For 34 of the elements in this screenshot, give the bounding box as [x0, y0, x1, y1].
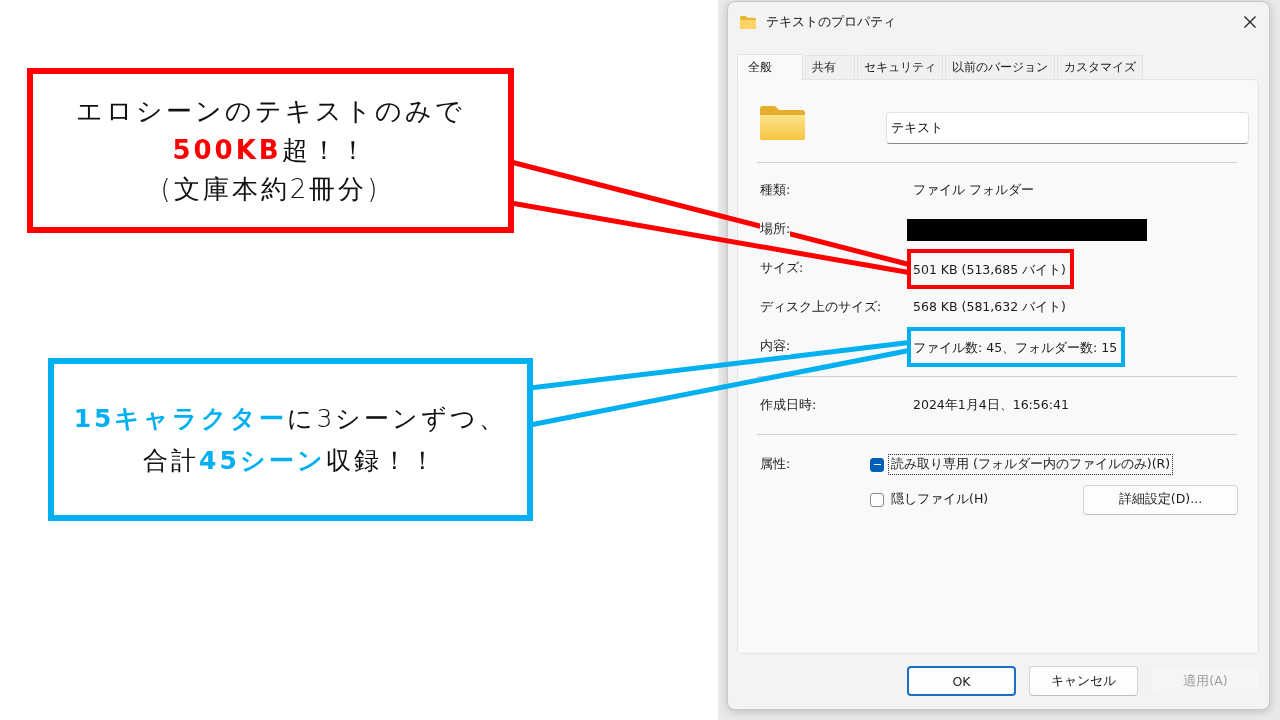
- checkbox[interactable]: [870, 457, 884, 472]
- field-label: 属性:: [760, 455, 792, 473]
- field-label: ディスク上のサイズ:: [760, 299, 882, 316]
- callout-text: 15キャラクターに3シーンずつ、: [73, 402, 508, 435]
- checkbox-label[interactable]: 隠しファイル(H): [888, 489, 992, 510]
- field-value: 501 KB (513,685 バイト): [913, 261, 1066, 277]
- close-icon[interactable]: [1244, 16, 1256, 28]
- field-label: 場所:: [760, 221, 791, 238]
- callout-text: 500KB超！！: [172, 134, 369, 167]
- field-value: 2024年1月4日、16:56:41: [913, 397, 1069, 414]
- field-value: ファイル数: 45、フォルダー数: 15: [913, 339, 1118, 355]
- field-value: ファイル フォルダー: [913, 182, 1034, 199]
- callout-text: 合計45シーン収録！！: [143, 444, 438, 477]
- name-field[interactable]: テキスト: [886, 112, 1249, 144]
- callout-text: エロシーンのテキストのみで: [76, 95, 465, 128]
- checkbox[interactable]: [870, 492, 884, 507]
- folder-icon: [760, 106, 805, 140]
- dialog-button[interactable]: OK: [907, 666, 1016, 696]
- tab[interactable]: セキュリティ: [857, 55, 943, 79]
- dialog-button[interactable]: キャンセル: [1029, 666, 1138, 696]
- advanced-button[interactable]: 詳細設定(D)...: [1083, 484, 1238, 515]
- field-label: サイズ:: [760, 260, 804, 277]
- callout-text: (文庫本約2冊分): [160, 173, 381, 206]
- tab[interactable]: 全般: [737, 54, 803, 80]
- tab[interactable]: 共有: [805, 55, 855, 79]
- tab[interactable]: 以前のバージョン: [945, 55, 1055, 79]
- field-label: 種類:: [760, 182, 791, 199]
- window-title: テキストのプロパティ: [766, 13, 896, 31]
- folder-icon: [740, 15, 756, 29]
- field-label: 内容:: [760, 338, 791, 355]
- field-value: 568 KB (581,632 バイト): [913, 299, 1066, 316]
- checkbox-label[interactable]: 読み取り専用 (フォルダー内のファイルのみ)(R): [888, 454, 1174, 475]
- tab[interactable]: カスタマイズ: [1057, 55, 1143, 79]
- field-label: 作成日時:: [760, 397, 817, 414]
